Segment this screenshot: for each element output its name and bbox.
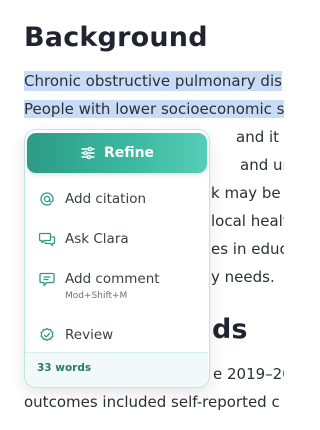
text-line[interactable]: and uneq <box>240 155 284 175</box>
text-line[interactable]: People with lower socioeconomic s <box>24 99 284 119</box>
text-line[interactable]: e 2019–20 <box>213 364 284 384</box>
section-heading: Background <box>24 22 208 53</box>
comment-icon <box>37 269 57 289</box>
shield-check-icon <box>37 325 57 345</box>
text-line[interactable]: y needs. <box>211 267 275 287</box>
menu-item-label: Add comment <box>65 271 160 287</box>
selected-text-span[interactable]: People with lower socioeconomic s <box>24 100 284 118</box>
text-line[interactable]: k may be li <box>211 183 284 203</box>
menu-item-label: Review <box>65 327 114 343</box>
menu-item-label: Add citation <box>65 191 147 207</box>
refine-label: Refine <box>103 145 155 161</box>
text-line[interactable]: and it shap <box>236 127 284 147</box>
menu-item-add-citation[interactable]: Add citation <box>25 189 208 209</box>
selection-action-menu: Refine Add citation Ask Clara Add commen… <box>24 129 210 388</box>
word-count-footer: 33 words <box>25 352 208 387</box>
menu-item-label: Ask Clara <box>65 231 129 247</box>
menu-item-ask-clara[interactable]: Ask Clara <box>25 229 208 249</box>
at-icon <box>37 189 57 209</box>
section-heading-2: ds <box>212 314 248 345</box>
text-line[interactable]: es in educa <box>211 239 284 259</box>
keyboard-shortcut: Mod+Shift+M <box>65 291 128 301</box>
refine-button[interactable]: Refine <box>27 133 207 173</box>
word-count: 33 words <box>37 362 92 374</box>
menu-item-review[interactable]: Review <box>25 325 208 345</box>
text-line[interactable]: local healt <box>211 211 284 231</box>
sliders-icon <box>80 145 96 161</box>
menu-item-add-comment[interactable]: Add comment Mod+Shift+M <box>25 269 208 301</box>
chat-bubbles-icon <box>37 229 57 249</box>
text-line[interactable]: outcomes included self-reported c <box>24 392 280 412</box>
selected-text-line[interactable]: Chronic obstructive pulmonary dis <box>24 71 282 91</box>
